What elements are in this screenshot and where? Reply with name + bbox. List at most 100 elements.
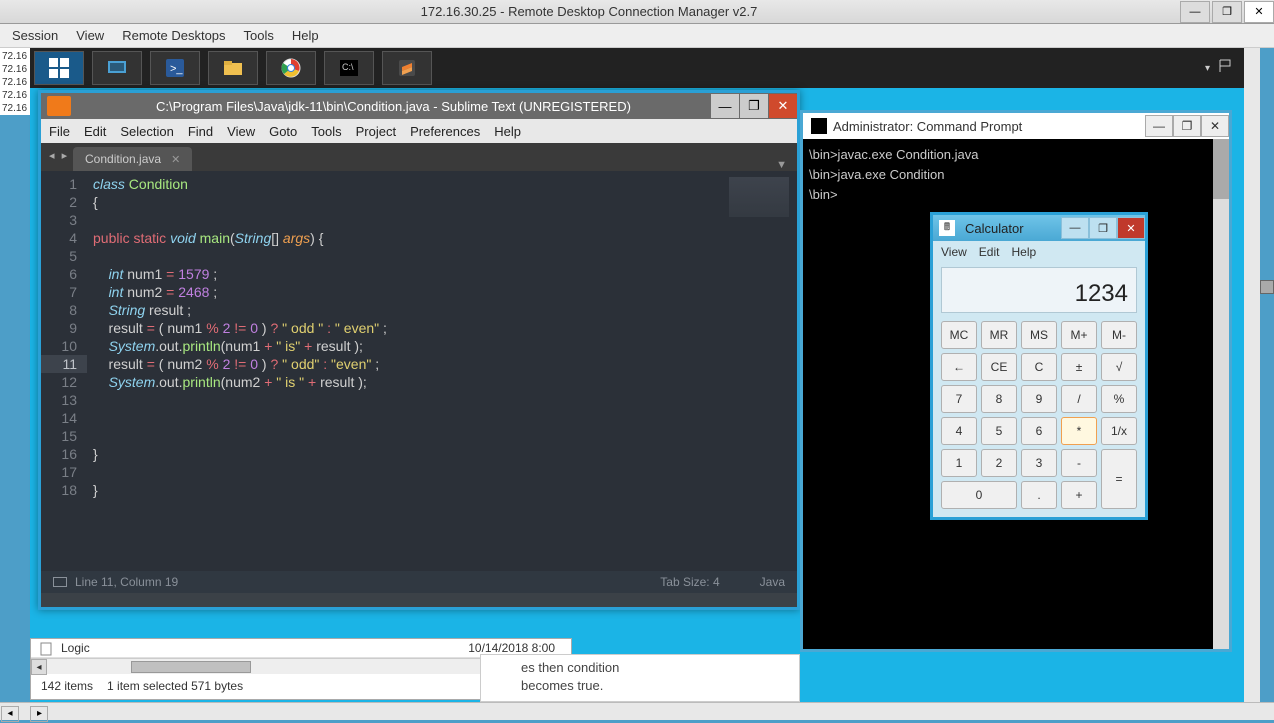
- calc-key-6[interactable]: 6: [1021, 417, 1057, 445]
- calc-key-backspace[interactable]: ←: [941, 353, 977, 381]
- minimap[interactable]: [729, 177, 789, 217]
- calc-key-percent[interactable]: %: [1101, 385, 1137, 413]
- cmd-maximize-button[interactable]: ❐: [1173, 115, 1201, 137]
- sublime-menu-help[interactable]: Help: [494, 124, 521, 139]
- calc-key-c[interactable]: C: [1021, 353, 1057, 381]
- scroll-left-icon[interactable]: ◂: [31, 659, 47, 675]
- sublime-menu-selection[interactable]: Selection: [120, 124, 173, 139]
- sublime-menu-project[interactable]: Project: [356, 124, 396, 139]
- calc-key-multiply[interactable]: *: [1061, 417, 1097, 445]
- tray-flag-icon[interactable]: [1218, 58, 1234, 79]
- tab-dropdown-icon[interactable]: ▼: [776, 159, 787, 171]
- calc-key-ms[interactable]: MS: [1021, 321, 1057, 349]
- rdcm-server-item[interactable]: 72.16: [0, 50, 30, 63]
- sublime-minimize-button[interactable]: —: [711, 94, 739, 118]
- rdcm-maximize-button[interactable]: ❐: [1212, 1, 1242, 23]
- sublime-menu-goto[interactable]: Goto: [269, 124, 297, 139]
- rdcm-hscrollbar[interactable]: ◂ ▸: [0, 702, 1274, 720]
- calc-key-plusminus[interactable]: ±: [1061, 353, 1097, 381]
- status-lang[interactable]: Java: [760, 575, 785, 589]
- calc-menu-view[interactable]: View: [941, 245, 967, 259]
- rdcm-server-item[interactable]: 72.16: [0, 76, 30, 89]
- file-icon: [39, 642, 55, 654]
- status-item-count: 142 items: [41, 679, 93, 693]
- tab-condition-java[interactable]: Condition.java ✕: [73, 147, 192, 171]
- sublime-icon: [47, 96, 71, 116]
- rdcm-vscrollbar[interactable]: [1244, 48, 1260, 702]
- calc-key-0[interactable]: 0: [941, 481, 1017, 509]
- tab-close-icon[interactable]: ✕: [171, 153, 180, 166]
- tab-nav-arrows[interactable]: ◂ ▸: [49, 149, 69, 162]
- taskbar-sublime[interactable]: [382, 51, 432, 85]
- sublime-window: C:\Program Files\Java\jdk-11\bin\Conditi…: [38, 90, 800, 610]
- calc-menu-help[interactable]: Help: [1011, 245, 1036, 259]
- taskbar-cmd[interactable]: C:\: [324, 51, 374, 85]
- sublime-menu-file[interactable]: File: [49, 124, 70, 139]
- calc-key-decimal[interactable]: .: [1021, 481, 1057, 509]
- cmd-titlebar[interactable]: Administrator: Command Prompt — ❐ ✕: [803, 113, 1229, 139]
- scroll-right-icon[interactable]: ▸: [30, 706, 48, 722]
- calc-key-3[interactable]: 3: [1021, 449, 1057, 477]
- rdcm-server-item[interactable]: 72.16: [0, 63, 30, 76]
- status-tabsize[interactable]: Tab Size: 4: [660, 575, 719, 589]
- calc-key-ce[interactable]: CE: [981, 353, 1017, 381]
- taskbar-explorer[interactable]: [208, 51, 258, 85]
- calc-key-mplus[interactable]: M+: [1061, 321, 1097, 349]
- taskbar-server-manager[interactable]: [92, 51, 142, 85]
- taskbar-powershell[interactable]: >_: [150, 51, 200, 85]
- sublime-titlebar[interactable]: C:\Program Files\Java\jdk-11\bin\Conditi…: [41, 93, 797, 119]
- calc-titlebar[interactable]: 🖩 Calculator — ❐ ✕: [933, 215, 1145, 241]
- tray-chevron-icon[interactable]: ▾: [1205, 63, 1210, 74]
- calc-key-8[interactable]: 8: [981, 385, 1017, 413]
- code-area[interactable]: class Condition { public static void mai…: [87, 171, 797, 571]
- rdcm-close-button[interactable]: ✕: [1244, 1, 1274, 23]
- cmd-minimize-button[interactable]: —: [1145, 115, 1173, 137]
- sublime-menu-edit[interactable]: Edit: [84, 124, 106, 139]
- calc-key-4[interactable]: 4: [941, 417, 977, 445]
- sublime-tabbar: ◂ ▸ Condition.java ✕ ▼: [41, 143, 797, 171]
- calc-keypad: MC MR MS M+ M- ← CE C ± √ 7 8 9 / % 4 5 …: [933, 317, 1145, 517]
- rdcm-menu-remote-desktops[interactable]: Remote Desktops: [122, 28, 225, 43]
- calc-key-mc[interactable]: MC: [941, 321, 977, 349]
- start-button[interactable]: [34, 51, 84, 85]
- calc-key-mminus[interactable]: M-: [1101, 321, 1137, 349]
- calc-key-1[interactable]: 1: [941, 449, 977, 477]
- taskbar-chrome[interactable]: [266, 51, 316, 85]
- rdcm-server-item[interactable]: 72.16: [0, 102, 30, 115]
- calc-key-2[interactable]: 2: [981, 449, 1017, 477]
- calc-maximize-button[interactable]: ❐: [1089, 217, 1117, 239]
- cmd-scrollbar[interactable]: [1213, 139, 1229, 649]
- sublime-editor[interactable]: 123456789101112131415161718 class Condit…: [41, 171, 797, 571]
- sublime-menu-view[interactable]: View: [227, 124, 255, 139]
- rdcm-menu-tools[interactable]: Tools: [244, 28, 274, 43]
- calc-minimize-button[interactable]: —: [1061, 217, 1089, 239]
- rdcm-menu-view[interactable]: View: [76, 28, 104, 43]
- calc-key-divide[interactable]: /: [1061, 385, 1097, 413]
- calc-key-add[interactable]: +: [1061, 481, 1097, 509]
- rdcm-minimize-button[interactable]: —: [1180, 1, 1210, 23]
- scroll-thumb[interactable]: [131, 661, 251, 673]
- calc-key-reciprocal[interactable]: 1/x: [1101, 417, 1137, 445]
- calc-key-5[interactable]: 5: [981, 417, 1017, 445]
- rdcm-menubar: Session View Remote Desktops Tools Help: [0, 24, 1274, 48]
- calc-menu-edit[interactable]: Edit: [979, 245, 1000, 259]
- rdcm-server-item[interactable]: 72.16: [0, 89, 30, 102]
- calc-key-equals[interactable]: =: [1101, 449, 1137, 509]
- rdcm-menu-session[interactable]: Session: [12, 28, 58, 43]
- sublime-menu-preferences[interactable]: Preferences: [410, 124, 480, 139]
- calc-key-sqrt[interactable]: √: [1101, 353, 1137, 381]
- text-line: becomes true.: [521, 677, 759, 695]
- sublime-close-button[interactable]: ✕: [769, 94, 797, 118]
- scroll-left-icon[interactable]: ◂: [1, 706, 19, 722]
- sublime-maximize-button[interactable]: ❐: [740, 94, 768, 118]
- calc-key-mr[interactable]: MR: [981, 321, 1017, 349]
- calc-close-button[interactable]: ✕: [1117, 217, 1145, 239]
- rdcm-menu-help[interactable]: Help: [292, 28, 319, 43]
- calc-key-7[interactable]: 7: [941, 385, 977, 413]
- cmd-close-button[interactable]: ✕: [1201, 115, 1229, 137]
- calc-key-subtract[interactable]: -: [1061, 449, 1097, 477]
- system-tray: ▾: [1205, 58, 1244, 79]
- calc-key-9[interactable]: 9: [1021, 385, 1057, 413]
- sublime-menu-find[interactable]: Find: [188, 124, 213, 139]
- sublime-menu-tools[interactable]: Tools: [311, 124, 341, 139]
